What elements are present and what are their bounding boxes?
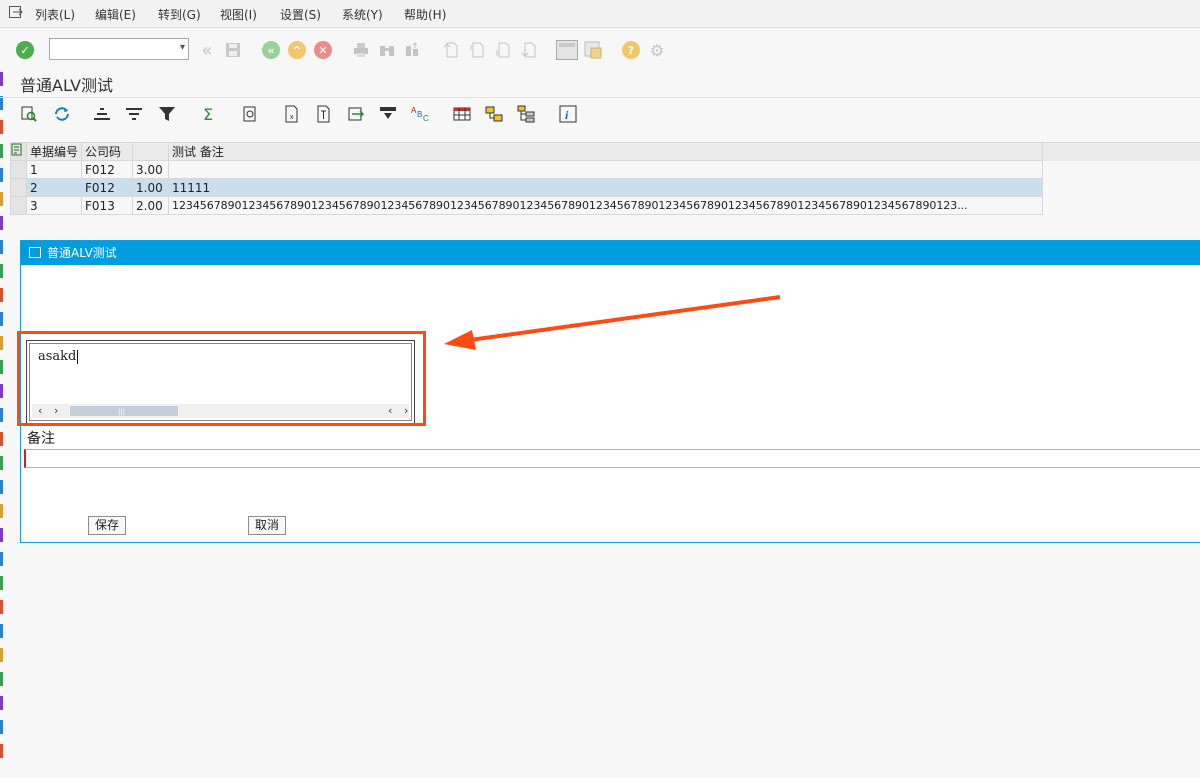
- window-icon: [29, 247, 41, 258]
- next-page-icon[interactable]: [494, 41, 512, 59]
- column-header-doc-no[interactable]: 单据编号: [25, 142, 83, 161]
- prev-page-icon[interactable]: [468, 41, 486, 59]
- text-editor[interactable]: asakd ‹ › ||| ‹ ›: [26, 340, 415, 424]
- command-input[interactable]: [52, 40, 174, 60]
- cell-test-remark[interactable]: [168, 160, 1043, 179]
- remark-input[interactable]: [24, 449, 1200, 468]
- scrollbar-thumb[interactable]: |||: [70, 406, 178, 416]
- left-edge-strip: [0, 0, 3, 778]
- table-view-icon[interactable]: [452, 104, 472, 124]
- row-selector[interactable]: [10, 178, 27, 197]
- text-editor-content[interactable]: asakd: [38, 349, 79, 364]
- row-selector[interactable]: [10, 196, 27, 215]
- popup-dialog: 普通ALV测试 asakd ‹ › ||| ‹ › 备注 保存 取消: [20, 240, 1200, 543]
- menu-item-help[interactable]: 帮助(H): [404, 6, 446, 23]
- grid-layout-button[interactable]: [10, 142, 27, 161]
- layout-icon[interactable]: [556, 40, 578, 60]
- page-title: 普通ALV测试: [20, 76, 114, 95]
- column-header-test-remark[interactable]: 测试 备注: [168, 142, 1043, 161]
- cell-doc-no[interactable]: 3: [25, 196, 83, 215]
- menu-item-list[interactable]: 列表(L): [35, 6, 75, 23]
- dialog-header: 普通ALV测试: [21, 241, 1200, 265]
- text-cursor: [77, 349, 79, 364]
- cell-test-remark[interactable]: 11111: [168, 178, 1043, 197]
- alv-grid: 单据编号 公司码 测试 备注 1 F012 3.00 2 F012 1.00 1…: [10, 142, 1043, 215]
- back-icon[interactable]: «: [262, 41, 280, 59]
- find-icon[interactable]: [378, 41, 396, 59]
- grid-header-row: 单据编号 公司码 测试 备注: [10, 142, 1043, 161]
- save-button[interactable]: 保存: [88, 516, 127, 535]
- sort-descending-icon[interactable]: [124, 104, 144, 124]
- annotation-arrow-icon: [444, 295, 781, 350]
- column-header-company-code[interactable]: 公司码: [81, 142, 134, 161]
- scroll-right-icon[interactable]: ›: [404, 404, 408, 417]
- grid-header-extension: [1043, 142, 1200, 161]
- scroll-left-icon[interactable]: ‹: [388, 404, 392, 417]
- tree-icon[interactable]: [516, 104, 536, 124]
- sum-icon[interactable]: Σ: [198, 104, 218, 124]
- info-icon[interactable]: i: [558, 104, 578, 124]
- details-icon[interactable]: [19, 104, 39, 124]
- layout-select-icon[interactable]: [378, 104, 398, 124]
- back-double-icon[interactable]: «: [198, 40, 216, 61]
- row-selector[interactable]: [10, 160, 27, 179]
- cell-amount[interactable]: 1.00: [132, 178, 170, 197]
- word-export-icon[interactable]: [314, 104, 334, 124]
- menu-bar: 列表(L) 编辑(E) 转到(G) 视图(I) 设置(S) 系统(Y) 帮助(H…: [0, 0, 1200, 28]
- horizontal-scrollbar[interactable]: ‹ › ||| ‹ ›: [32, 404, 409, 418]
- first-page-icon[interactable]: [442, 41, 460, 59]
- exit-icon[interactable]: ^: [288, 41, 306, 59]
- cell-amount[interactable]: 3.00: [132, 160, 170, 179]
- graph-icon[interactable]: [484, 104, 504, 124]
- filter-icon[interactable]: [157, 104, 177, 124]
- cell-company-code[interactable]: F012: [81, 160, 134, 179]
- menu-item-settings[interactable]: 设置(S): [280, 6, 321, 23]
- cell-test-remark[interactable]: 1234567890123456789012345678901234567890…: [168, 196, 1043, 215]
- scroll-left-icon[interactable]: ‹: [38, 404, 42, 417]
- dialog-title: 普通ALV测试: [47, 246, 117, 260]
- table-row[interactable]: 1 F012 3.00: [10, 160, 1043, 179]
- menu-item-view[interactable]: 视图(I): [220, 6, 257, 23]
- remark-label: 备注: [27, 431, 55, 447]
- save-icon[interactable]: [224, 41, 242, 59]
- grip-icon: |||: [118, 408, 126, 416]
- column-header-amount[interactable]: [132, 142, 170, 161]
- enter-check-icon[interactable]: ✓: [16, 41, 34, 59]
- menu-icon[interactable]: [9, 6, 23, 18]
- table-row[interactable]: 3 F013 2.00 1234567890123456789012345678…: [10, 196, 1043, 215]
- cancel-button[interactable]: 取消: [248, 516, 287, 535]
- text-editor-inner[interactable]: asakd ‹ › ||| ‹ ›: [29, 343, 412, 421]
- svg-text:B: B: [417, 110, 422, 119]
- print-preview-icon[interactable]: [240, 104, 260, 124]
- cancel-icon[interactable]: ✕: [314, 41, 332, 59]
- title-divider: [0, 97, 1200, 98]
- sort-ascending-icon[interactable]: [92, 104, 112, 124]
- cell-company-code[interactable]: F013: [81, 196, 134, 215]
- svg-text:x: x: [290, 114, 294, 121]
- chevron-down-icon[interactable]: ▾: [180, 42, 185, 53]
- last-page-icon[interactable]: [520, 41, 538, 59]
- abc-analysis-icon[interactable]: ABC: [410, 104, 430, 124]
- scroll-right-icon[interactable]: ›: [54, 404, 58, 417]
- cell-company-code[interactable]: F012: [81, 178, 134, 197]
- cell-doc-no[interactable]: 2: [25, 178, 83, 197]
- cell-doc-no[interactable]: 1: [25, 160, 83, 179]
- table-row[interactable]: 2 F012 1.00 11111: [10, 178, 1043, 197]
- command-field[interactable]: ▾: [49, 38, 189, 60]
- menu-item-system[interactable]: 系统(Y): [342, 6, 383, 23]
- refresh-icon[interactable]: [52, 104, 72, 124]
- menu-item-goto[interactable]: 转到(G): [158, 6, 201, 23]
- cell-amount[interactable]: 2.00: [132, 196, 170, 215]
- excel-export-icon[interactable]: x: [282, 104, 302, 124]
- svg-text:i: i: [565, 108, 569, 122]
- create-session-icon[interactable]: [584, 41, 602, 59]
- help-icon[interactable]: ?: [622, 41, 640, 59]
- settings-gear-icon[interactable]: ⚙: [648, 41, 666, 60]
- menu-item-edit[interactable]: 编辑(E): [95, 6, 136, 23]
- find-next-icon[interactable]: [404, 41, 422, 59]
- export-icon[interactable]: [346, 104, 366, 124]
- svg-text:C: C: [423, 114, 429, 123]
- print-icon[interactable]: [352, 41, 370, 59]
